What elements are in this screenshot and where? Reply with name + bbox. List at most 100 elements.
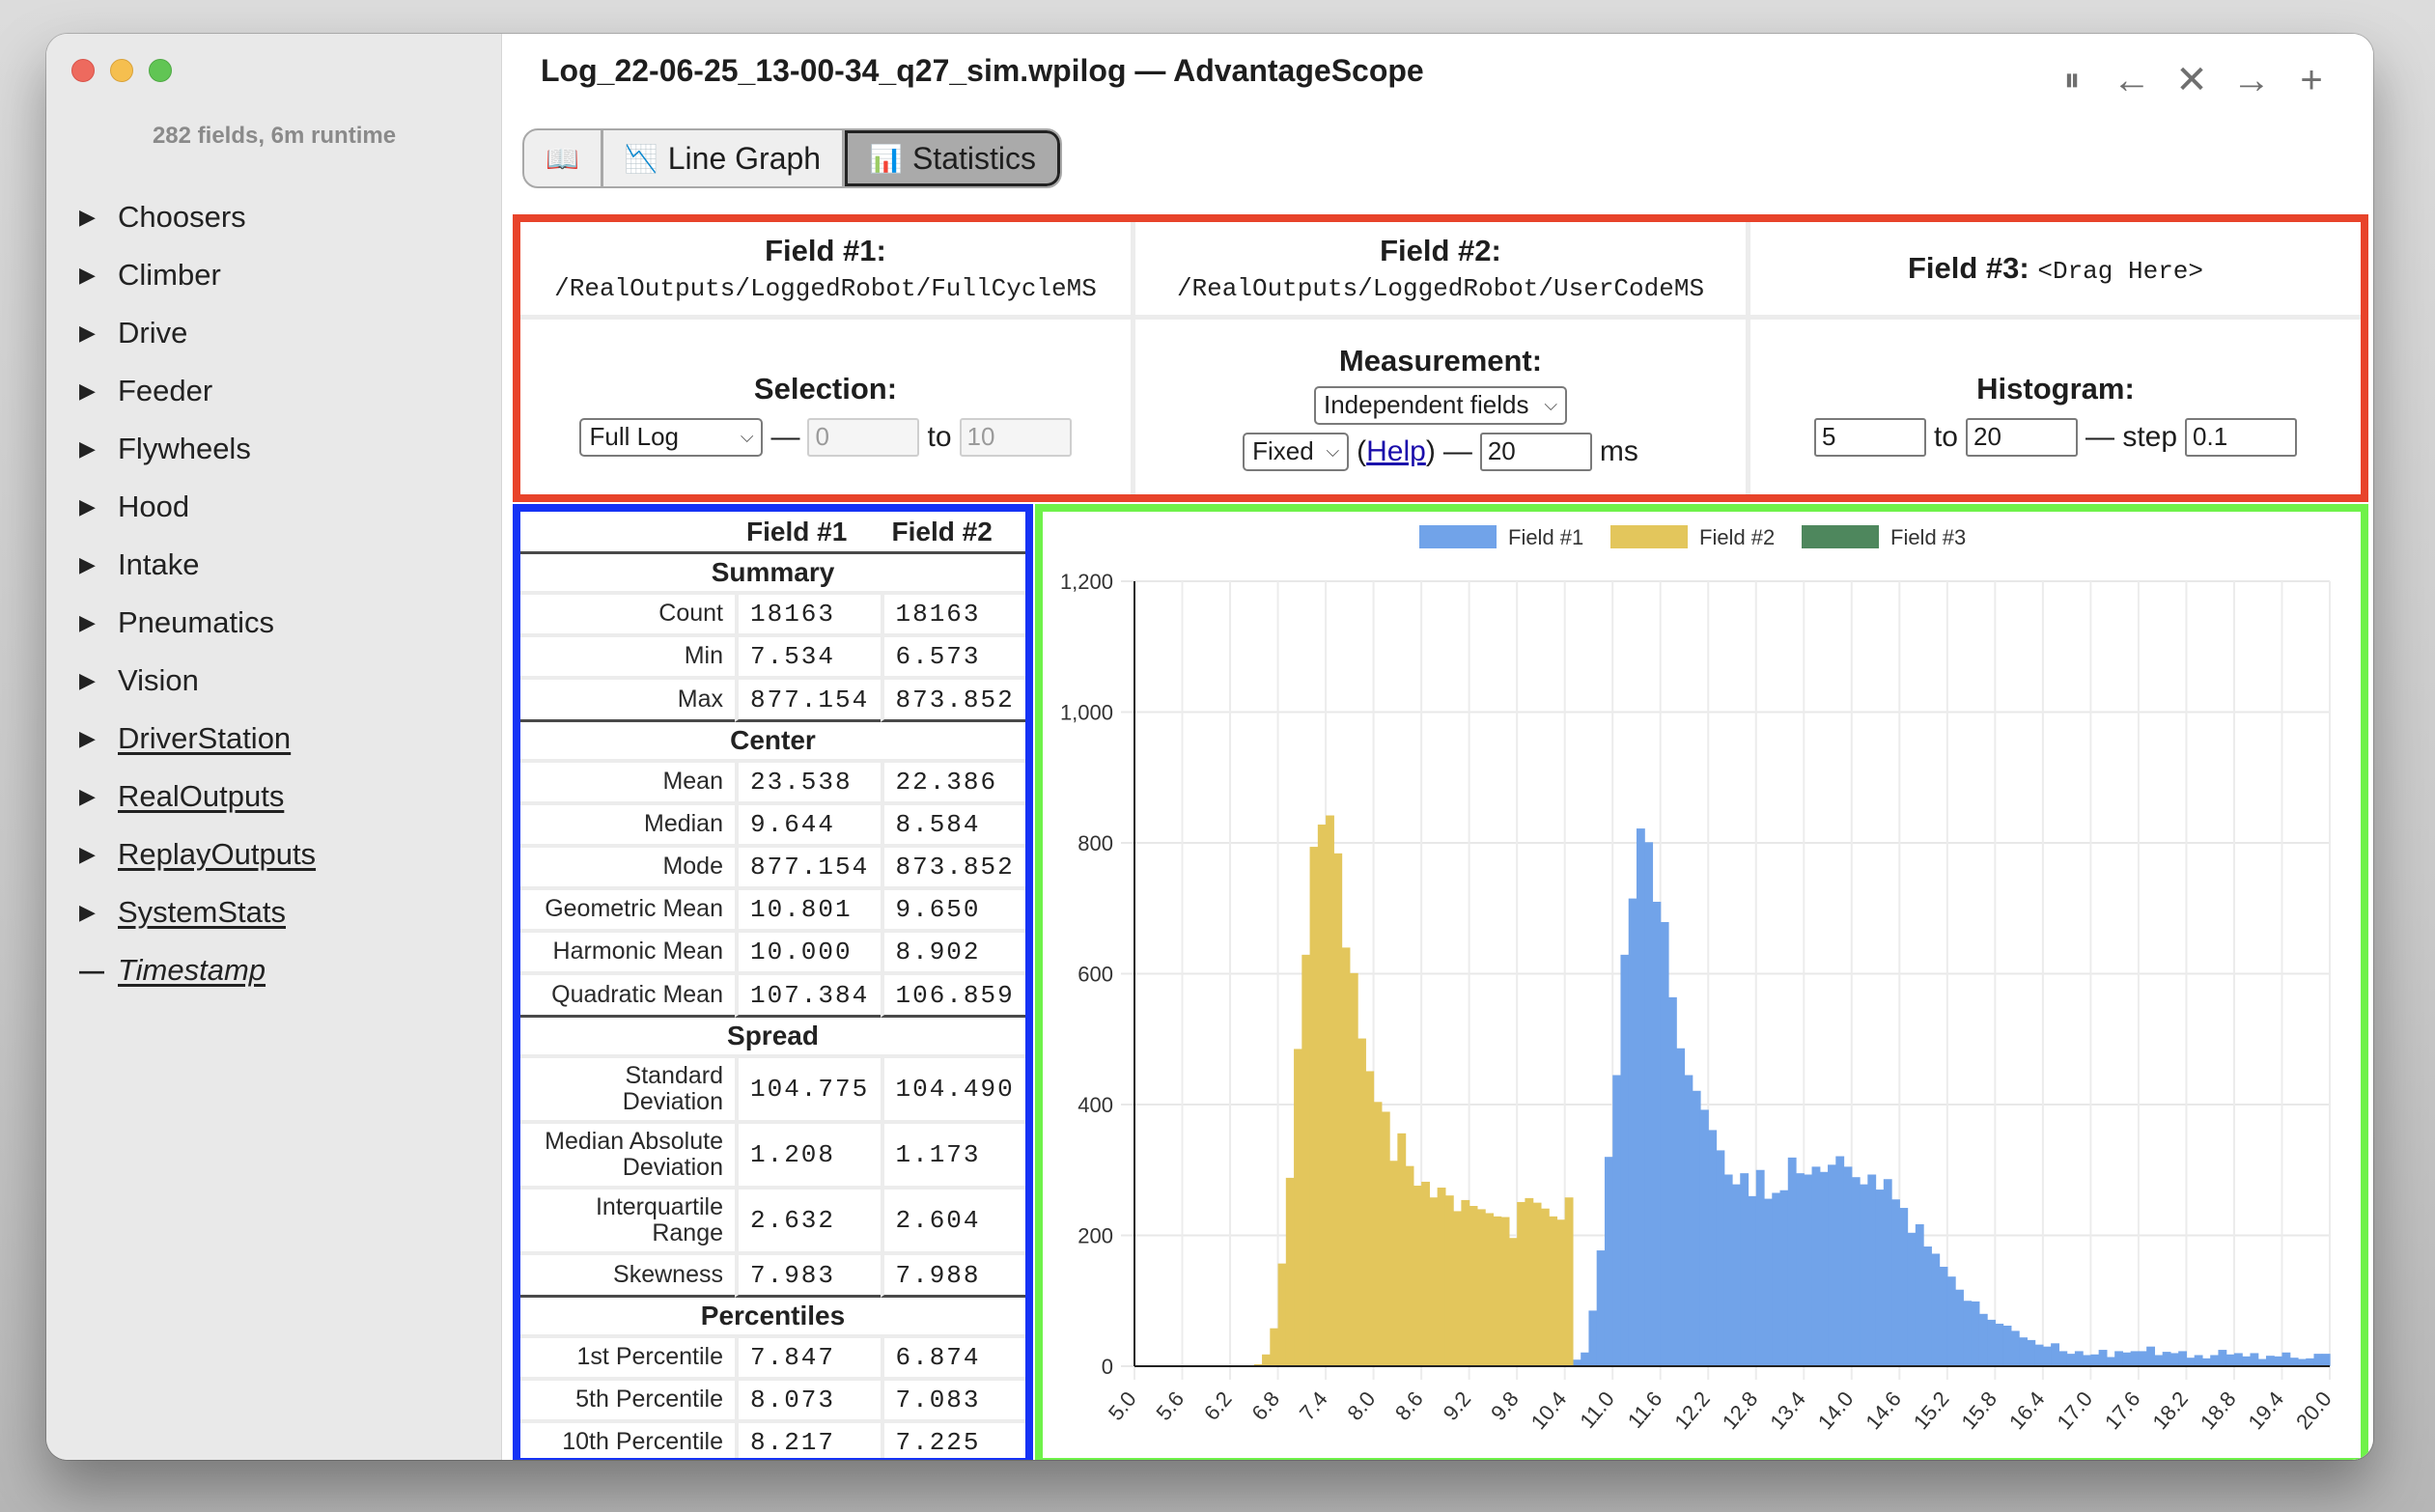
expand-triangle-icon[interactable]: ▶ — [79, 668, 118, 693]
help-paren-close: ) — [1425, 434, 1436, 467]
help-link[interactable]: Help — [1366, 435, 1426, 467]
field-2-slot[interactable]: Field #2: /RealOutputs/LoggedRobot/UserC… — [1135, 222, 1746, 315]
expand-triangle-icon[interactable]: ▶ — [79, 726, 118, 751]
book-icon: 📖 — [546, 143, 579, 174]
histogram-max-input[interactable]: 20 — [1965, 417, 2078, 457]
sidebar-item-hood[interactable]: ▶ Hood — [79, 478, 316, 536]
measurement-mode-select[interactable]: Independent fields ⌵ — [1314, 385, 1567, 425]
sampling-period-input[interactable]: 20 — [1479, 432, 1592, 471]
table-row: Interquartile Range 2.632 2.604 — [520, 1190, 1025, 1255]
bar-field-1-bin-133 — [2194, 1355, 2203, 1366]
field-tree: ▶ Choosers ▶ Climber ▶ Drive ▶ Feeder ▶ Flywheels… — [79, 188, 316, 999]
stat-value-field-1: 1.208 — [735, 1124, 881, 1190]
zoom-window-button[interactable] — [149, 59, 172, 82]
expand-triangle-icon[interactable]: ▶ — [79, 842, 118, 867]
stat-name: 1st Percentile — [520, 1338, 735, 1381]
stat-name: Median — [520, 805, 735, 848]
bar-field-1-bin-88 — [1835, 1156, 1845, 1366]
field-3-label: Field #3: — [1907, 251, 2029, 285]
bar-field-1-bin-105 — [1971, 1301, 1980, 1366]
expand-triangle-icon[interactable]: ▶ — [79, 900, 118, 925]
bar-field-1-bin-65 — [1652, 901, 1662, 1366]
stat-value-field-2: 6.573 — [880, 637, 1025, 680]
bar-field-1-bin-123 — [2114, 1351, 2124, 1366]
sidebar: 282 fields, 6m runtime ▶ Choosers ▶ Climber… — [46, 34, 502, 1460]
bar-field-1-bin-135 — [2210, 1355, 2220, 1366]
arrow-right-icon[interactable]: → — [2232, 61, 2271, 99]
field-1-slot[interactable]: Field #1: /RealOutputs/LoggedRobot/FullC… — [520, 222, 1131, 315]
bar-field-2-bin-22 — [1309, 847, 1319, 1366]
bar-field-2-bin-31 — [1381, 1111, 1390, 1366]
expand-triangle-icon[interactable]: ▶ — [79, 205, 118, 230]
sidebar-item-drive[interactable]: ▶ Drive — [79, 304, 316, 362]
bar-field-1-bin-57 — [1588, 1310, 1598, 1366]
table-row: 10th Percentile 8.217 7.225 — [520, 1423, 1025, 1458]
close-icon[interactable]: ✕ — [2172, 61, 2211, 99]
stat-name: Max — [520, 680, 735, 722]
tab-documentation[interactable]: 📖 — [524, 130, 603, 186]
tab-statistics[interactable]: 📊 Statistics — [845, 130, 1060, 186]
expand-triangle-icon[interactable]: ▶ — [79, 378, 118, 404]
sidebar-item-timestamp[interactable]: — Timestamp — [79, 941, 316, 999]
y-tick-label: 800 — [1078, 831, 1113, 855]
app-window: 282 fields, 6m runtime ▶ Choosers ▶ Climber… — [46, 34, 2373, 1460]
stat-value-field-2: 104.490 — [880, 1058, 1025, 1124]
sidebar-item-flywheels[interactable]: ▶ Flywheels — [79, 420, 316, 478]
bar-field-2-bin-27 — [1349, 972, 1358, 1366]
sidebar-item-intake[interactable]: ▶ Intake — [79, 536, 316, 594]
stat-value-field-1: 8.073 — [735, 1381, 881, 1423]
histogram-min-input[interactable]: 5 — [1813, 417, 1926, 457]
field-3-slot[interactable]: Field #3: <Drag Here> — [1750, 222, 2361, 315]
table-row: 1st Percentile 7.847 6.874 — [520, 1338, 1025, 1381]
bar-field-1-bin-83 — [1796, 1173, 1805, 1366]
histogram-step-label: — step — [2085, 420, 2178, 453]
sidebar-item-feeder[interactable]: ▶ Feeder — [79, 362, 316, 420]
selection-from-input[interactable]: 0 — [807, 417, 920, 457]
arrow-left-icon[interactable]: ← — [2113, 61, 2151, 99]
sidebar-item-replayoutputs[interactable]: ▶ ReplayOutputs — [79, 826, 316, 883]
expand-triangle-icon[interactable]: ▶ — [79, 784, 118, 809]
sampling-mode-select[interactable]: Fixed ⌵ — [1243, 432, 1350, 471]
bar-field-1-bin-117 — [2066, 1354, 2076, 1366]
bar-field-1-bin-149 — [2321, 1354, 2331, 1366]
section-title: Summary — [520, 554, 1025, 595]
close-window-button[interactable] — [71, 59, 95, 82]
bar-field-1-bin-130 — [2169, 1353, 2179, 1366]
sidebar-item-driverstation[interactable]: ▶ DriverStation — [79, 710, 316, 768]
expand-triangle-icon[interactable]: ▶ — [79, 436, 118, 462]
expand-triangle-icon[interactable]: ▶ — [79, 263, 118, 288]
sidebar-item-vision[interactable]: ▶ Vision — [79, 652, 316, 710]
bar-field-1-bin-137 — [2225, 1354, 2235, 1366]
tab-line-graph[interactable]: 📉 Line Graph — [603, 130, 846, 186]
minimize-window-button[interactable] — [110, 59, 133, 82]
selection-mode-select[interactable]: Full Log ⌵ — [579, 417, 764, 457]
bar-field-2-bin-30 — [1373, 1102, 1383, 1366]
log-summary: 282 fields, 6m runtime — [152, 123, 397, 149]
expand-triangle-icon[interactable]: ▶ — [79, 552, 118, 577]
bar-field-1-bin-55 — [1572, 1359, 1581, 1366]
expand-triangle-icon[interactable]: ▶ — [79, 321, 118, 346]
bar-field-1-bin-96 — [1899, 1208, 1909, 1366]
expand-triangle-icon[interactable]: ▶ — [79, 610, 118, 635]
leaf-dash-icon[interactable]: — — [79, 956, 118, 986]
selection-to-input[interactable]: 10 — [959, 417, 1072, 457]
bar-field-2-bin-38 — [1437, 1188, 1446, 1366]
stat-value-field-1: 877.154 — [735, 848, 881, 890]
bar-field-1-bin-125 — [2130, 1351, 2140, 1366]
sidebar-item-choosers[interactable]: ▶ Choosers — [79, 188, 316, 246]
bar-field-1-bin-59 — [1604, 1157, 1613, 1366]
sidebar-item-realoutputs[interactable]: ▶ RealOutputs — [79, 768, 316, 826]
bar-field-2-bin-26 — [1341, 947, 1351, 1366]
sidebar-item-climber[interactable]: ▶ Climber — [79, 246, 316, 304]
pause-icon[interactable]: ⏸︎ — [2053, 61, 2091, 99]
statistics-table: Field #1 Field #2 Summary Count 18163 18163… — [520, 512, 1025, 1458]
sidebar-item-label: Hood — [118, 490, 190, 523]
plus-icon[interactable]: + — [2292, 61, 2331, 99]
sidebar-item-pneumatics[interactable]: ▶ Pneumatics — [79, 594, 316, 652]
sidebar-item-systemstats[interactable]: ▶ SystemStats — [79, 883, 316, 941]
bar-field-1-bin-106 — [1978, 1313, 1988, 1366]
histogram-step-input[interactable]: 0.1 — [2185, 417, 2298, 457]
expand-triangle-icon[interactable]: ▶ — [79, 494, 118, 519]
stat-value-field-2: 2.604 — [880, 1190, 1025, 1255]
bar-field-1-bin-110 — [2010, 1330, 2020, 1366]
